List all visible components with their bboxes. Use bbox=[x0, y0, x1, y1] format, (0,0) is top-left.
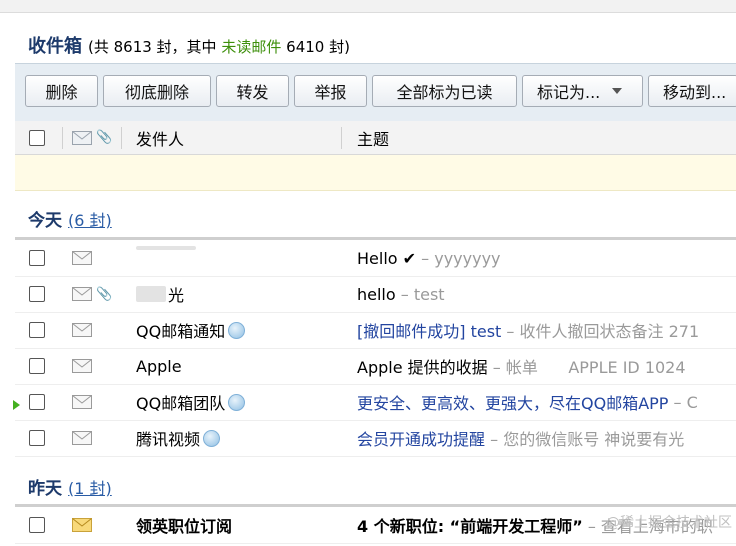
group-today: 今天 (6 封) bbox=[28, 206, 112, 231]
column-divider bbox=[341, 127, 342, 149]
page-title: 收件箱 bbox=[28, 36, 82, 57]
mail-row[interactable]: QQ邮箱团队 更安全、更高效、更强大，尽在QQ邮箱APP – C bbox=[15, 384, 736, 421]
envelope-read-icon bbox=[72, 287, 92, 301]
row-checkbox[interactable] bbox=[29, 358, 45, 374]
mail-subject: [撤回邮件成功] test – 收件人撤回状态备注 271 bbox=[357, 322, 700, 341]
move-to-label: 移动到... bbox=[663, 83, 727, 102]
inbox-header: 收件箱 (共 8613 封，其中 未读邮件 6410 封) bbox=[28, 32, 350, 57]
envelope-icon bbox=[72, 130, 92, 145]
qq-verified-icon bbox=[203, 429, 221, 447]
envelope-read-icon bbox=[72, 251, 92, 265]
column-divider bbox=[121, 127, 122, 149]
mail-row[interactable]: 📎 光 hello – test bbox=[15, 276, 736, 313]
attachment-icon: 📎 bbox=[96, 286, 113, 302]
mail-subject: 会员开通成功提醒 – 您的微信账号 神说要有光 bbox=[357, 430, 685, 449]
mail-subject: Apple 提供的收据 – 帐单 APPLE ID 1024 bbox=[357, 358, 686, 377]
select-all-checkbox-cell bbox=[29, 121, 45, 154]
row-checkbox[interactable] bbox=[29, 394, 45, 410]
column-header-row: 📎 发件人 主题 bbox=[15, 121, 736, 155]
envelope-read-icon bbox=[72, 395, 92, 409]
mail-sender: QQ邮箱团队 bbox=[136, 384, 246, 420]
unread-link[interactable]: 未读邮件 bbox=[221, 38, 281, 56]
delete-permanent-button[interactable]: 彻底删除 bbox=[103, 75, 211, 107]
mail-sender: 光 bbox=[136, 276, 184, 312]
mail-sender: Apple bbox=[136, 356, 182, 376]
column-divider bbox=[62, 127, 63, 149]
mail-sender: 腾讯视频 bbox=[136, 420, 221, 456]
forward-button[interactable]: 转发 bbox=[216, 75, 289, 107]
mark-as-label: 标记为... bbox=[537, 83, 601, 102]
envelope-unread-icon bbox=[72, 518, 92, 532]
column-sender[interactable]: 发件人 bbox=[136, 121, 184, 154]
mail-row[interactable]: Hello ✔ – yyyyyyy bbox=[15, 240, 736, 277]
mail-subject: 更安全、更高效、更强大，尽在QQ邮箱APP – C bbox=[357, 392, 698, 414]
delete-button[interactable]: 删除 bbox=[25, 75, 98, 107]
mail-sender: QQ邮箱通知 bbox=[136, 312, 246, 348]
group-yesterday: 昨天 (1 封) bbox=[28, 474, 112, 499]
column-subject[interactable]: 主题 bbox=[357, 121, 389, 154]
mail-sender: 领英职位订阅 bbox=[136, 517, 233, 536]
group-today-count[interactable]: (6 封) bbox=[68, 207, 112, 231]
mail-sender bbox=[136, 240, 196, 276]
window-top-bar bbox=[0, 0, 736, 13]
read-status-column-icon: 📎 bbox=[72, 121, 112, 154]
group-yesterday-count[interactable]: (1 封) bbox=[68, 475, 112, 499]
redacted-sender bbox=[136, 246, 196, 250]
toolbar: 删除 彻底删除 转发 举报 全部标为已读 标记为... 移动到... bbox=[25, 75, 736, 107]
move-to-dropdown[interactable]: 移动到... bbox=[648, 75, 736, 107]
qq-verified-icon bbox=[228, 393, 246, 411]
mail-row[interactable]: Apple Apple 提供的收据 – 帐单 APPLE ID 1024 bbox=[15, 348, 736, 385]
row-checkbox[interactable] bbox=[29, 286, 45, 302]
envelope-read-icon bbox=[72, 431, 92, 445]
row-checkbox[interactable] bbox=[29, 250, 45, 266]
mail-window: 收件箱 (共 8613 封，其中 未读邮件 6410 封) 删除 彻底删除 转发… bbox=[0, 0, 736, 546]
mail-subject: Hello ✔ – yyyyyyy bbox=[357, 248, 501, 268]
notice-bar bbox=[15, 155, 736, 191]
redacted-sender bbox=[136, 286, 166, 302]
row-checkbox[interactable] bbox=[29, 430, 45, 446]
watermark: @稀土掘金技术社区 bbox=[606, 515, 732, 531]
mark-all-read-button[interactable]: 全部标为已读 bbox=[372, 75, 517, 107]
group-yesterday-label: 昨天 bbox=[28, 479, 62, 499]
mark-as-dropdown[interactable]: 标记为... bbox=[522, 75, 643, 107]
report-button[interactable]: 举报 bbox=[294, 75, 367, 107]
envelope-read-icon bbox=[72, 359, 92, 373]
chevron-down-icon bbox=[612, 88, 623, 94]
qq-verified-icon bbox=[228, 321, 246, 339]
mail-subject: hello – test bbox=[357, 284, 445, 304]
envelope-read-icon bbox=[72, 323, 92, 337]
mail-row[interactable]: QQ邮箱通知 [撤回邮件成功] test – 收件人撤回状态备注 271 bbox=[15, 312, 736, 349]
mail-row[interactable]: 腾讯视频 会员开通成功提醒 – 您的微信账号 神说要有光 bbox=[15, 420, 736, 457]
group-today-label: 今天 bbox=[28, 211, 62, 231]
row-checkbox[interactable] bbox=[29, 322, 45, 338]
row-checkbox[interactable] bbox=[29, 517, 45, 533]
attachment-icon: 📎 bbox=[96, 130, 113, 145]
inbox-summary: (共 8613 封，其中 未读邮件 6410 封) bbox=[88, 38, 350, 56]
select-all-checkbox[interactable] bbox=[29, 129, 45, 146]
